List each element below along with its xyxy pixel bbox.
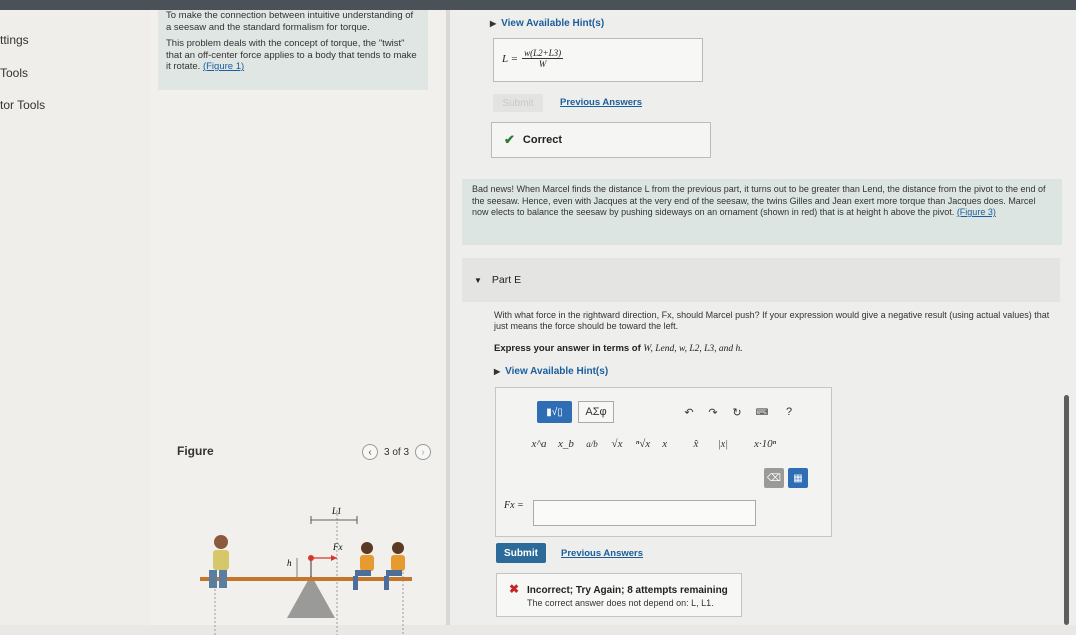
express-variables: W, Lend, w, L2, L3, and h. bbox=[643, 344, 743, 354]
answer-lhs: L = bbox=[502, 52, 519, 65]
sidebar: ttings Tools tor Tools bbox=[0, 10, 150, 625]
abs-value-button[interactable]: |x| bbox=[712, 433, 734, 455]
main-pane: ▶ View Available Hint(s) L = w(L2+L3) W S… bbox=[450, 10, 1076, 625]
unit-vector-button[interactable]: x̂ bbox=[686, 433, 706, 455]
keypad-icon[interactable]: ▦ bbox=[788, 468, 808, 488]
h-label: h bbox=[287, 558, 292, 568]
part-e-label: ▼ Part E bbox=[474, 274, 521, 286]
express-prefix: Express your answer in terms of bbox=[494, 343, 641, 354]
incorrect-feedback-box: ✖ Incorrect; Try Again; 8 attempts remai… bbox=[496, 573, 742, 617]
fx-answer-input[interactable] bbox=[533, 500, 756, 526]
correct-status: Correct bbox=[522, 134, 563, 146]
problem-intro-pane: To make the connection between intuitive… bbox=[150, 10, 446, 635]
part-e-hint-label: View Available Hint(s) bbox=[505, 366, 609, 377]
expand-triangle-icon: ▶ bbox=[490, 19, 497, 28]
top-bar bbox=[0, 0, 1076, 10]
previous-hint-label: View Available Hint(s) bbox=[501, 18, 605, 29]
subscript-button[interactable]: x_b bbox=[556, 433, 576, 455]
marcel-figure bbox=[209, 535, 229, 588]
fx-input-label: Fx = bbox=[504, 500, 524, 511]
fraction-button[interactable]: a/b bbox=[583, 433, 601, 455]
next-figure-button[interactable]: › bbox=[415, 444, 432, 460]
intro-paragraph-1: To make the connection between intuitive… bbox=[166, 10, 414, 33]
check-icon: ✔ bbox=[504, 132, 515, 147]
seesaw-figure: L1 Fx h bbox=[200, 506, 412, 635]
L1-label: L1 bbox=[331, 506, 342, 516]
intro-box: To make the connection between intuitive… bbox=[158, 10, 428, 90]
nth-root-button[interactable]: ⁿ√x bbox=[632, 433, 654, 455]
bad-news-box: Bad news! When Marcel finds the distance… bbox=[462, 179, 1062, 245]
submit-button[interactable]: Submit bbox=[496, 543, 546, 563]
previous-answers-link[interactable]: Previous Answers bbox=[561, 548, 643, 559]
x-icon: ✖ bbox=[509, 582, 520, 596]
incorrect-detail: The correct answer does not depend on: L… bbox=[527, 598, 714, 608]
collapse-triangle-icon: ▼ bbox=[474, 276, 482, 285]
sidebar-item-settings[interactable]: ttings bbox=[0, 33, 29, 47]
previous-answer-formula: L = w(L2+L3) W bbox=[502, 48, 564, 69]
answer-denominator: W bbox=[538, 59, 547, 69]
sidebar-item-instructor-tools[interactable]: tor Tools bbox=[0, 98, 45, 112]
previous-answer-box: L = w(L2+L3) W bbox=[493, 38, 703, 82]
correct-feedback-box: ✔ Correct bbox=[491, 122, 711, 158]
figure-label: Figure bbox=[177, 444, 214, 458]
sci-notation-button[interactable]: x·10ⁿ bbox=[740, 433, 790, 455]
figure-3-link[interactable]: (Figure 3) bbox=[957, 207, 996, 217]
sidebar-item-tools[interactable]: Tools bbox=[0, 66, 28, 80]
expand-triangle-icon: ▶ bbox=[494, 367, 501, 376]
help-icon[interactable]: ? bbox=[782, 404, 796, 420]
vector-button[interactable]: x⃗ bbox=[659, 433, 679, 455]
seesaw-plank bbox=[200, 577, 412, 581]
figure-pager: ‹ 3 of 3 › bbox=[362, 444, 432, 460]
reset-icon[interactable]: ↻ bbox=[730, 404, 744, 420]
previous-submit-button: Submit bbox=[493, 94, 543, 112]
twin-figure-1 bbox=[353, 542, 374, 590]
previous-hint-link[interactable]: ▶ View Available Hint(s) bbox=[490, 18, 604, 29]
undo-icon[interactable]: ↶ bbox=[682, 404, 696, 420]
scrollbar[interactable] bbox=[1064, 395, 1069, 625]
figure-1-link[interactable]: (Figure 1) bbox=[203, 61, 244, 72]
sqrt-button[interactable]: √x bbox=[606, 433, 628, 455]
intro-paragraph-2: This problem deals with the concept of t… bbox=[166, 38, 420, 73]
Fx-label: Fx bbox=[332, 542, 343, 552]
twin-figure-2 bbox=[384, 542, 405, 590]
part-e-header[interactable]: ▼ Part E bbox=[462, 258, 1060, 302]
backspace-icon[interactable]: ⌫ bbox=[764, 468, 784, 488]
answer-fraction: w(L2+L3) W bbox=[522, 48, 564, 69]
math-editor: ▮√▯ ΑΣφ ↶ ↷ ↻ ⌨ ? x^a x_b a/b √x ⁿ√x x⃗ … bbox=[495, 387, 832, 537]
greek-symbols-button[interactable]: ΑΣφ bbox=[578, 401, 614, 423]
math-toolbar: ▮√▯ ΑΣφ ↶ ↷ ↻ ⌨ ? x^a x_b a/b √x ⁿ√x x⃗ … bbox=[496, 388, 831, 494]
incorrect-title: Incorrect; Try Again; 8 attempts remaini… bbox=[527, 585, 728, 596]
part-e-title: Part E bbox=[491, 274, 522, 286]
previous-answers-link-top[interactable]: Previous Answers bbox=[560, 97, 642, 108]
figure-pager-text: 3 of 3 bbox=[384, 446, 410, 458]
answer-numerator: w(L2+L3) bbox=[522, 48, 564, 59]
superscript-button[interactable]: x^a bbox=[529, 433, 549, 455]
seesaw-pivot bbox=[287, 575, 335, 618]
templates-button[interactable]: ▮√▯ bbox=[537, 401, 572, 423]
part-e-hint-link[interactable]: ▶ View Available Hint(s) bbox=[494, 366, 608, 377]
redo-icon[interactable]: ↷ bbox=[706, 404, 720, 420]
part-e-question: With what force in the rightward directi… bbox=[494, 310, 1050, 331]
express-instruction: Express your answer in terms of W, Lend,… bbox=[494, 343, 743, 354]
prev-figure-button[interactable]: ‹ bbox=[362, 444, 378, 460]
keyboard-icon[interactable]: ⌨ bbox=[754, 404, 770, 420]
